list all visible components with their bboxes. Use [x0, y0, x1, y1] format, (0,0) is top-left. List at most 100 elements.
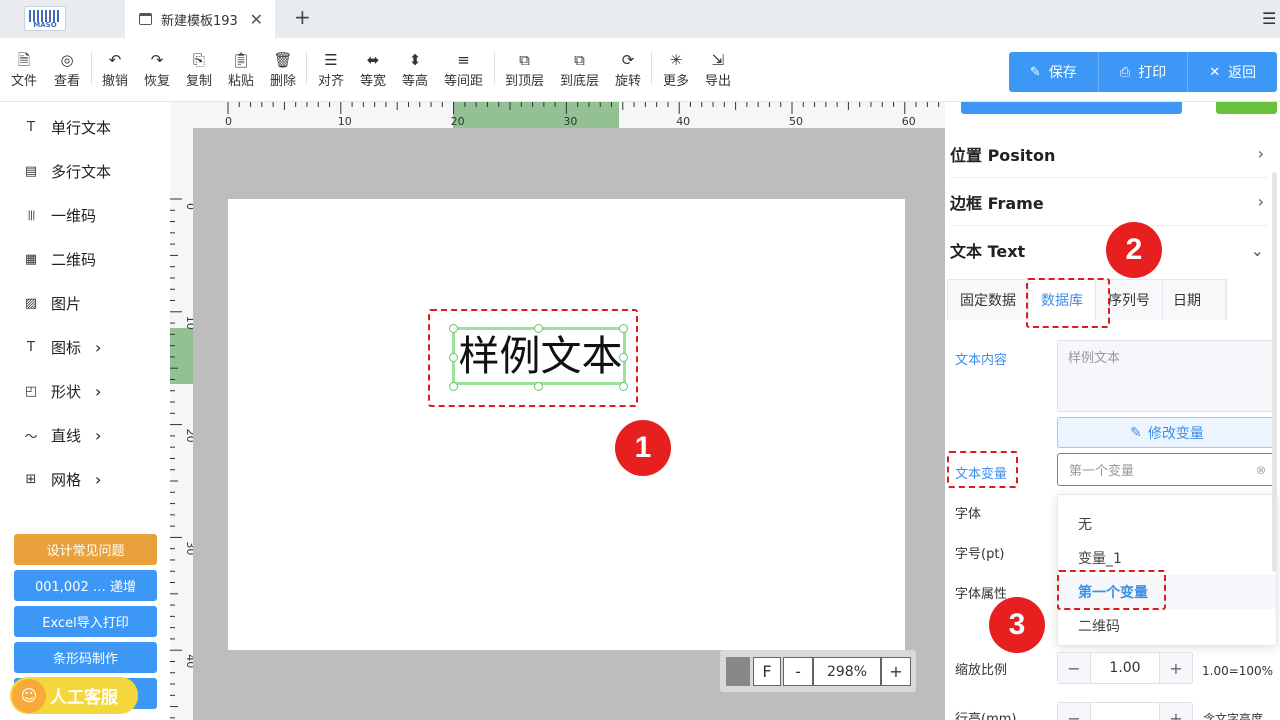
- sidebar-item-icon[interactable]: T 图标 ›: [24, 335, 101, 359]
- toolbar-equal-width[interactable]: ⬌ 等宽: [360, 50, 386, 89]
- zoom-in-button[interactable]: +: [881, 657, 911, 686]
- tab-fixed-data[interactable]: 固定数据: [948, 280, 1029, 320]
- toolbar-paste[interactable]: 📋︎ 粘贴: [228, 50, 254, 89]
- paste-icon: 📋︎: [231, 51, 251, 69]
- print-button[interactable]: ⎙ 打印: [1099, 52, 1189, 92]
- equal-height-icon: ⬍: [408, 51, 422, 69]
- toolbar-file[interactable]: 🗎 文件: [11, 50, 37, 89]
- zoom-out-button[interactable]: -: [783, 657, 813, 686]
- excel-import-button[interactable]: Excel导入打印: [14, 606, 157, 637]
- fit-button[interactable]: F: [753, 657, 781, 686]
- vertical-ruler: 0 10 20 30 40: [170, 128, 197, 720]
- panel-top-button[interactable]: [961, 102, 1182, 114]
- document-tab[interactable]: 新建模板193 ✕: [125, 0, 275, 38]
- panel-scrollbar[interactable]: [1272, 172, 1277, 572]
- eye-icon: ◎: [60, 51, 74, 69]
- zoom-level[interactable]: 298%: [813, 657, 881, 686]
- ruler-label: 0: [225, 115, 232, 128]
- toolbar-rotate[interactable]: ⟳ 旋转: [615, 50, 641, 89]
- maso-logo[interactable]: MASO: [24, 6, 66, 31]
- barcode-make-button[interactable]: 条形码制作: [14, 642, 157, 673]
- hamburger-menu-icon[interactable]: ☰: [1262, 9, 1276, 28]
- annotation-box-text: [428, 309, 638, 407]
- design-canvas[interactable]: 0 10 20 30 40 50 60 0 10 20 30 40 F - 298% +: [170, 102, 945, 720]
- file-icon: 🗎: [17, 51, 31, 69]
- headset-icon: ☺: [12, 678, 46, 713]
- barcode-icon: |||: [27, 209, 35, 221]
- line-height-hint: 含文字高度: [1203, 712, 1264, 720]
- toolbar-export[interactable]: ⇲ 导出: [705, 50, 731, 89]
- sidebar-item-qrcode[interactable]: ▦ 二维码: [24, 247, 96, 271]
- sidebar-item-multi-text[interactable]: ▤ 多行文本: [24, 159, 111, 183]
- toolbar-more[interactable]: ✳ 更多: [663, 50, 689, 89]
- faq-button[interactable]: 设计常见问题: [14, 534, 157, 565]
- tab-title: 新建模板193: [161, 13, 238, 29]
- toolbar-equal-height[interactable]: ⬍ 等高: [402, 50, 428, 89]
- toolbar-bring-front[interactable]: ⧉ 到顶层: [505, 50, 544, 89]
- chevron-down-icon: ⌄: [1250, 240, 1264, 260]
- qrcode-icon: ▦: [24, 251, 38, 267]
- edit-icon: ✎: [1130, 424, 1142, 441]
- toolbar-redo[interactable]: ↷ 恢复: [144, 50, 170, 89]
- section-frame[interactable]: 边框 Frame ›: [950, 178, 1268, 226]
- label-paper[interactable]: [228, 199, 905, 650]
- copy-icon: ⎘: [193, 51, 206, 69]
- toolbar-align[interactable]: ☰ 对齐: [318, 50, 344, 89]
- sidebar-item-grid[interactable]: ⊞ 网格 ›: [24, 467, 102, 491]
- back-button[interactable]: ✕ 返回: [1188, 52, 1277, 92]
- annotation-box-variable: [947, 451, 1018, 488]
- scale-value[interactable]: 1.00: [1090, 653, 1160, 683]
- modify-variable-button[interactable]: ✎ 修改变量: [1057, 417, 1277, 448]
- bring-front-icon: ⧉: [519, 51, 530, 69]
- section-position[interactable]: 位置 Positon ›: [950, 130, 1268, 178]
- text-variable-select[interactable]: 第一个变量 ⊗: [1057, 453, 1277, 486]
- option-none[interactable]: 无: [1058, 507, 1276, 541]
- ruler-corner: [170, 102, 193, 128]
- increment-button[interactable]: 001,002 … 递增: [14, 570, 157, 601]
- sidebar-item-line[interactable]: 〜直线 ›: [24, 423, 101, 447]
- close-tab-icon[interactable]: ✕: [250, 10, 263, 29]
- ruler-label: 50: [789, 115, 803, 128]
- panel-top-green-button[interactable]: [1216, 102, 1277, 114]
- sidebar-item-barcode[interactable]: ||| 一维码: [24, 203, 96, 227]
- toolbar-copy[interactable]: ⎘ 复制: [186, 50, 212, 89]
- edit-icon: ✎: [1029, 64, 1041, 80]
- save-button[interactable]: ✎ 保存: [1009, 52, 1099, 92]
- content-textarea[interactable]: 样例文本: [1057, 340, 1277, 412]
- sidebar-item-single-text[interactable]: T 单行文本: [24, 115, 111, 139]
- ruler-label: 30: [563, 115, 577, 128]
- ruler-label: 40: [184, 654, 193, 668]
- customer-service-button[interactable]: ☺ 人工客服: [10, 677, 138, 714]
- close-icon: ✕: [1209, 64, 1221, 80]
- align-icon: ☰: [324, 51, 338, 69]
- toolbar-view[interactable]: ◎ 查看: [54, 50, 80, 89]
- tab-date[interactable]: 日期: [1163, 280, 1226, 320]
- toolbar-undo[interactable]: ↶ 撤销: [102, 50, 128, 89]
- sidebar-item-image[interactable]: ▨ 图片: [24, 291, 81, 315]
- ruler-label: 40: [676, 115, 690, 128]
- chevron-right-icon: ›: [95, 469, 102, 489]
- send-back-icon: ⧉: [574, 51, 585, 69]
- title-bar: MASO 新建模板193 ✕ + ☰: [0, 0, 1280, 38]
- equal-width-icon: ⬌: [366, 51, 380, 69]
- increment-button[interactable]: +: [1160, 703, 1192, 720]
- clear-icon[interactable]: ⊗: [1256, 463, 1266, 477]
- decrement-button[interactable]: −: [1058, 653, 1090, 683]
- new-tab-button[interactable]: +: [294, 5, 311, 29]
- color-swatch[interactable]: [726, 657, 750, 686]
- step-badge-3: 3: [989, 597, 1045, 653]
- toolbar-delete[interactable]: 🗑︎ 删除: [270, 50, 296, 89]
- option-qrcode[interactable]: 二维码: [1058, 609, 1276, 643]
- step-badge-1: 1: [615, 420, 671, 476]
- scale-label: 缩放比例: [955, 663, 1008, 678]
- decrement-button[interactable]: −: [1058, 703, 1090, 720]
- increment-button[interactable]: +: [1160, 653, 1192, 683]
- ruler-label: 20: [184, 429, 193, 443]
- toolbar-send-back[interactable]: ⧉ 到底层: [560, 50, 599, 89]
- toolbar-spacing[interactable]: ≡ 等间距: [444, 50, 483, 89]
- toolbar-divider: [306, 52, 307, 84]
- line-icon: 〜: [24, 429, 38, 445]
- line-height-value[interactable]: [1090, 703, 1160, 720]
- line-height-label: 行高(mm): [955, 712, 1017, 720]
- sidebar-item-shape[interactable]: ◰ 形状 ›: [24, 379, 102, 403]
